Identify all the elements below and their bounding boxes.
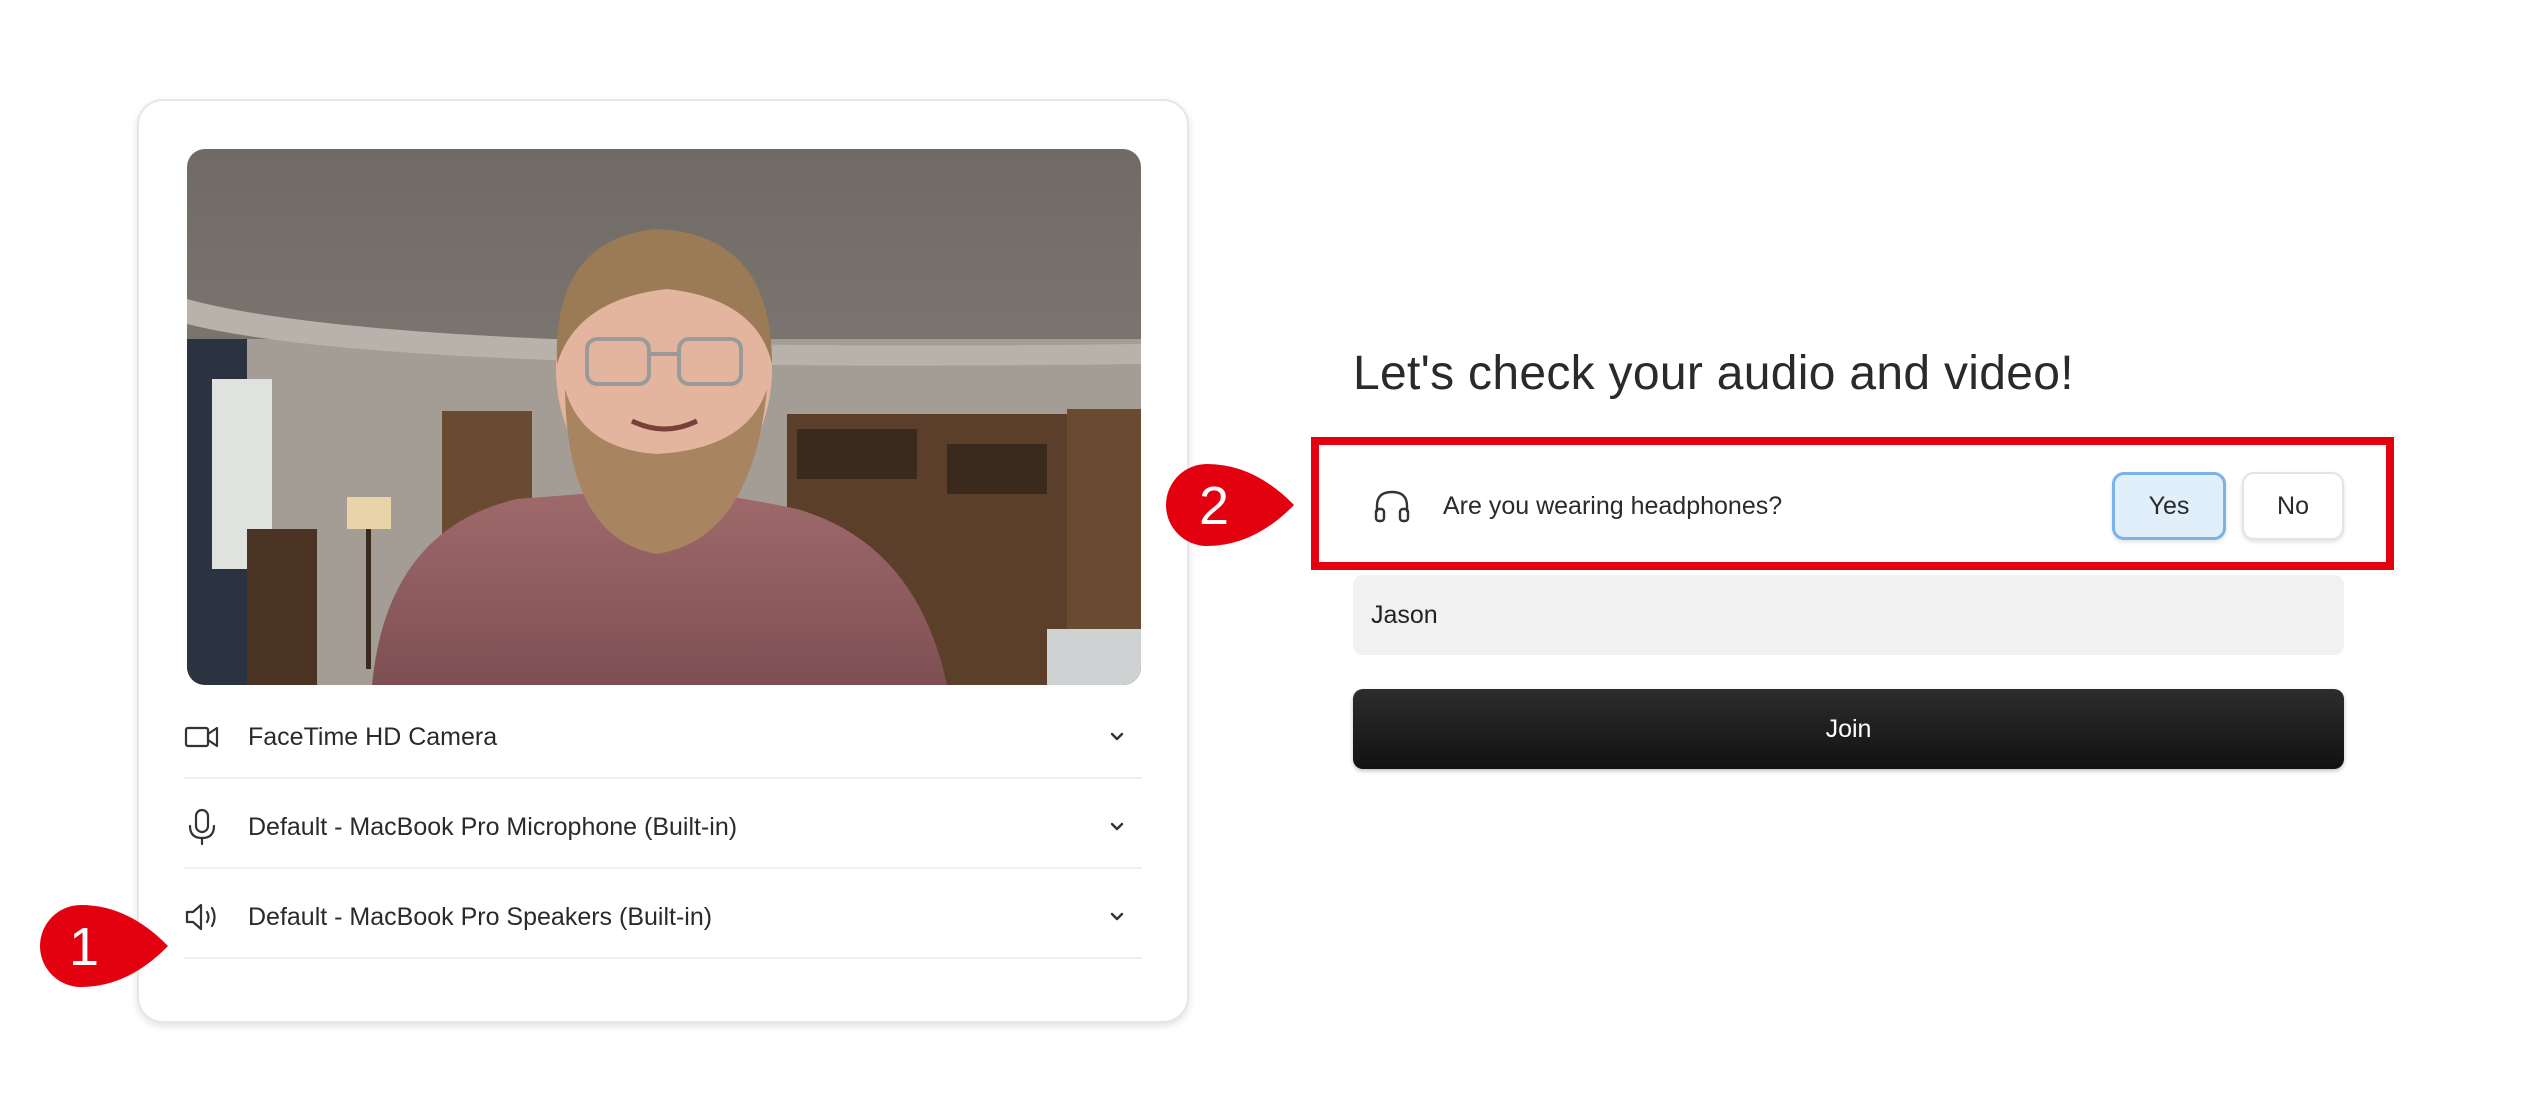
chevron-down-icon <box>1110 732 1124 741</box>
annotation-marker-1: 1 <box>40 905 168 987</box>
name-input[interactable]: Jason <box>1353 575 2344 655</box>
page-title: Let's check your audio and video! <box>1353 347 2074 400</box>
speaker-label: Default - MacBook Pro Speakers (Built-in… <box>248 902 713 931</box>
speaker-icon <box>184 897 224 937</box>
microphone-select[interactable]: Default - MacBook Pro Microphone (Built-… <box>184 787 1142 869</box>
camera-preview <box>187 149 1141 685</box>
chevron-down-icon <box>1110 912 1124 921</box>
chevron-down-icon <box>1110 822 1124 831</box>
annotation-number-2: 2 <box>1199 476 1229 536</box>
video-camera-icon <box>184 717 224 757</box>
microphone-label: Default - MacBook Pro Microphone (Built-… <box>248 812 738 841</box>
preview-card: FaceTime HD Camera Default - MacBook Pro… <box>137 99 1189 1023</box>
annotation-number-1: 1 <box>69 917 99 977</box>
annotation-highlight-box <box>1311 437 2394 570</box>
microphone-icon <box>184 807 224 847</box>
camera-select[interactable]: FaceTime HD Camera <box>184 697 1142 779</box>
annotation-marker-2: 2 <box>1166 464 1294 546</box>
join-button[interactable]: Join <box>1353 689 2344 769</box>
speaker-select[interactable]: Default - MacBook Pro Speakers (Built-in… <box>184 877 1142 959</box>
camera-label: FaceTime HD Camera <box>248 722 498 751</box>
